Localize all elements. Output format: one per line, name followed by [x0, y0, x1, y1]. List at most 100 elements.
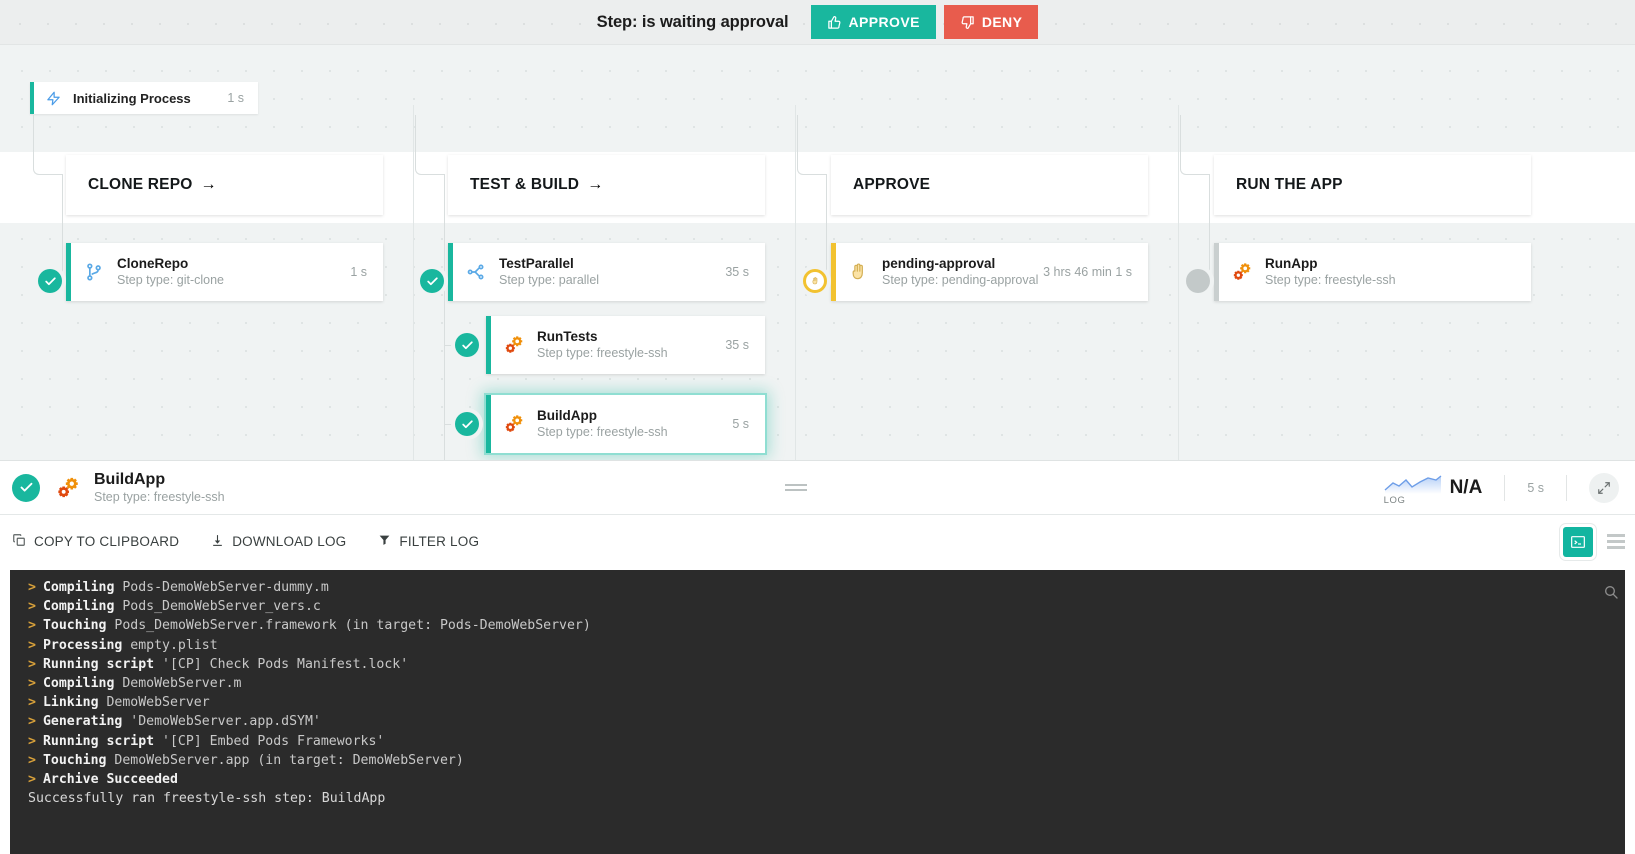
step-type: Step type: pending-approval — [882, 272, 1039, 287]
log-line: > Running script '[CP] Embed Pods Framewo… — [10, 732, 1625, 751]
deny-label: DENY — [981, 14, 1023, 30]
filter-log-button[interactable]: FILTER LOG — [378, 533, 479, 550]
sparkline-label: LOG — [1383, 494, 1406, 506]
step-duration: 35 s — [725, 265, 749, 279]
log-verb: Running script — [42, 656, 155, 672]
copy-to-clipboard-button[interactable]: COPY TO CLIPBOARD — [12, 533, 179, 550]
log-line: > Touching DemoWebServer.app (in target: … — [10, 751, 1625, 770]
step-name: RunTests — [537, 328, 598, 344]
log-verb: Touching — [42, 752, 107, 768]
log-arg: Pods-DemoWebServer-dummy.m — [114, 580, 329, 595]
step-type: Step type: freestyle-ssh — [537, 424, 668, 439]
connector-line — [62, 174, 63, 274]
log-arg: Pods_DemoWebServer_vers.c — [114, 599, 321, 615]
expand-button[interactable] — [1589, 472, 1619, 503]
lane-separator — [413, 105, 414, 460]
connector-line — [1180, 115, 1210, 175]
log-prefix-icon: > — [28, 752, 36, 768]
phase-header-approve[interactable]: APPROVE — [831, 155, 1148, 215]
pipeline-view: Step: is waiting approval APPROVE DENY I… — [0, 0, 1635, 854]
approve-button[interactable]: APPROVE — [810, 5, 936, 39]
log-verb: Linking — [42, 695, 99, 711]
log-line: > Touching Pods_DemoWebServer.framework (… — [10, 616, 1625, 635]
step-card-run-app[interactable]: RunApp Step type: freestyle-ssh — [1214, 243, 1531, 301]
step-name: CloneRepo — [117, 255, 189, 271]
pipeline-canvas: Initializing Process 1 s CLONE REPO → Cl… — [0, 45, 1635, 460]
copy-icon — [12, 533, 26, 550]
phase-column-test-build: TEST & BUILD → TestParallel Step type: p… — [448, 155, 765, 301]
status-dot-success — [38, 269, 62, 293]
step-duration: 1 s — [350, 265, 367, 279]
step-name: TestParallel — [499, 255, 574, 271]
step-card-run-tests[interactable]: RunTests Step type: freestyle-ssh 35 s — [486, 316, 765, 374]
thumbs-up-icon — [827, 15, 842, 30]
detail-meta: BuildApp Step type: freestyle-ssh — [94, 470, 225, 505]
log-arg: Pods_DemoWebServer.framework (in target:… — [106, 618, 591, 634]
step-card-build-app[interactable]: BuildApp Step type: freestyle-ssh 5 s — [486, 395, 765, 453]
step-card-clone-repo[interactable]: CloneRepo Step type: git-clone 1 s — [66, 243, 383, 301]
step-card-pending-approval[interactable]: pending-approval Step type: pending-appr… — [831, 243, 1148, 301]
hand-icon — [836, 261, 882, 283]
log-line: Successfully ran freestyle-ssh step: Bui… — [28, 791, 386, 807]
phase-column-approve: APPROVE pending-approval Step type: pend… — [831, 155, 1148, 301]
status-dot-success — [455, 333, 479, 357]
log-line: > Linking DemoWebServer — [10, 693, 1625, 712]
log-options-menu[interactable] — [1607, 534, 1625, 549]
initializing-process-step[interactable]: Initializing Process 1 s — [30, 82, 258, 114]
download-log-button[interactable]: DOWNLOAD LOG — [211, 533, 346, 551]
step-duration: 5 s — [732, 417, 749, 431]
gears-icon — [1219, 261, 1265, 283]
log-prefix-icon: > — [28, 599, 36, 615]
phase-header-clone-repo[interactable]: CLONE REPO → — [66, 155, 383, 215]
log-line: > Compiling Pods-DemoWebServer-dummy.m — [10, 578, 1625, 597]
gears-icon — [54, 475, 82, 501]
deny-button[interactable]: DENY — [943, 5, 1039, 39]
gears-icon — [491, 413, 537, 435]
log-console-body: > Compiling Pods-DemoWebServer-dummy.m > Co… — [10, 578, 1625, 808]
arrow-right-icon: → — [587, 176, 604, 193]
search-icon[interactable] — [1603, 584, 1619, 606]
metric-value: N/A — [1449, 476, 1483, 498]
connector-line — [33, 115, 63, 175]
log-verb: Compiling — [42, 676, 115, 692]
log-prefix-icon: > — [28, 580, 36, 595]
phase-title: APPROVE — [853, 176, 931, 193]
phase-title: TEST & BUILD — [470, 176, 580, 193]
connector-line — [415, 115, 445, 175]
phase-header-test-build[interactable]: TEST & BUILD → — [448, 155, 765, 215]
log-arg: empty.plist — [122, 637, 218, 653]
log-prefix-icon: > — [28, 676, 36, 692]
log-prefix-icon: > — [28, 733, 36, 749]
step-name: pending-approval — [882, 255, 996, 271]
log-prefix-icon: > — [28, 772, 36, 788]
phase-header-run-the-app[interactable]: RUN THE APP — [1214, 155, 1531, 215]
log-console[interactable]: > Compiling Pods-DemoWebServer-dummy.m > Co… — [10, 570, 1625, 854]
approval-bar: Step: is waiting approval APPROVE DENY — [0, 0, 1635, 45]
lane-separator — [795, 105, 796, 460]
step-card-test-parallel[interactable]: TestParallel Step type: parallel 35 s — [448, 243, 765, 301]
status-dot-success — [420, 269, 444, 293]
console-view-toggle[interactable] — [1563, 526, 1593, 557]
log-line: > Processing empty.plist — [10, 636, 1625, 655]
gears-icon — [491, 334, 537, 356]
detail-duration: 5 s — [1527, 480, 1544, 495]
log-line: > Generating 'DemoWebServer.app.dSYM' — [10, 712, 1625, 731]
parallel-icon — [453, 262, 499, 282]
approval-message: Step: is waiting approval — [596, 12, 789, 31]
step-duration: 35 s — [725, 338, 749, 352]
detail-step-name: BuildApp — [94, 471, 166, 489]
log-line: > Running script '[CP] Check Pods Manifes… — [10, 655, 1625, 674]
status-dot-success — [455, 412, 479, 436]
download-label: DOWNLOAD LOG — [232, 534, 347, 549]
connector-line — [797, 115, 827, 175]
step-detail-header: BuildApp Step type: freestyle-ssh LOG N/… — [0, 460, 1635, 514]
drag-handle[interactable] — [784, 484, 807, 491]
log-line: > Compiling Pods_DemoWebServer_vers.c — [10, 597, 1625, 616]
log-verb: Touching — [42, 618, 107, 634]
lightning-bolt-icon — [46, 90, 61, 107]
divider — [1566, 474, 1567, 501]
status-dot-pending — [803, 269, 827, 293]
filter-icon — [378, 533, 391, 550]
phase-title: CLONE REPO — [88, 176, 193, 193]
log-verb: Compiling — [42, 580, 115, 595]
